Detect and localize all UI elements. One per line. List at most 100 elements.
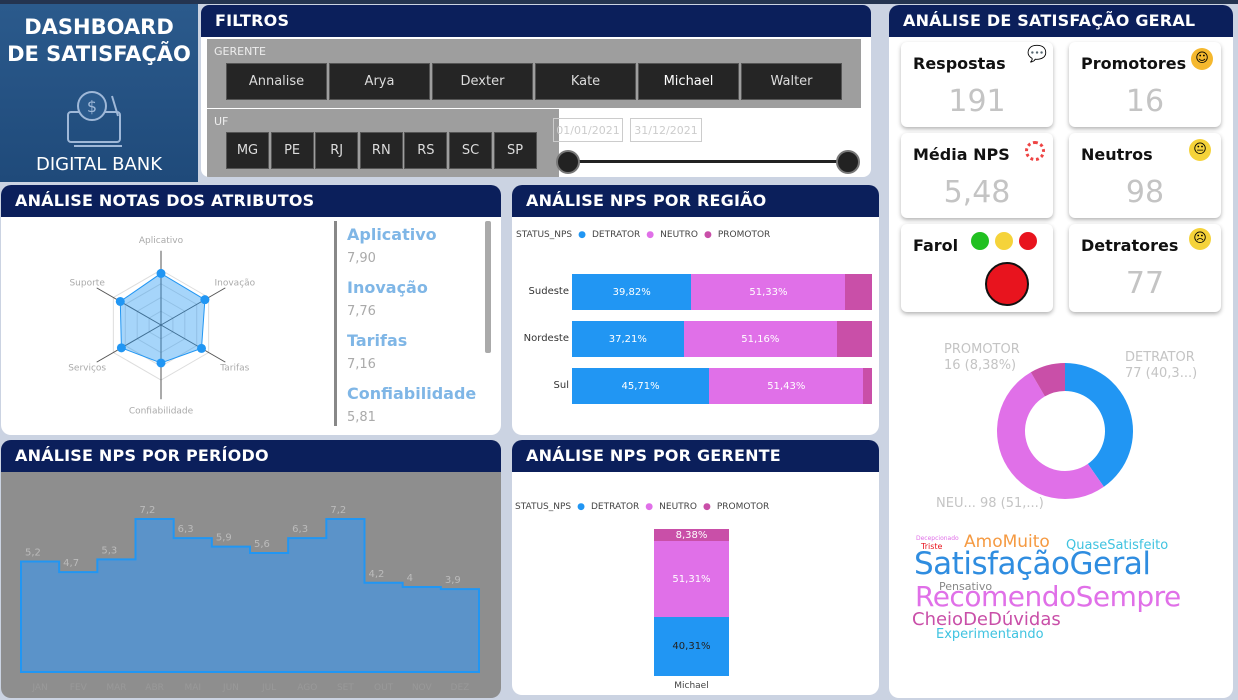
kpi-media-nps: Média NPS 5,48 (901, 133, 1053, 218)
regiao-category-label: Nordeste (523, 333, 569, 344)
periodo-data-label: 3,9 (445, 575, 461, 586)
gerente-button-arya[interactable]: Arya (329, 63, 430, 100)
red-light-icon (1019, 232, 1037, 250)
regiao-bar-neutro[interactable]: 51,16% (683, 321, 838, 357)
attr-name-confiabilidade: Confiabilidade (347, 384, 477, 403)
gauge-icon (1025, 141, 1045, 161)
uf-button-rj[interactable]: RJ (315, 132, 359, 169)
promotores-label: Promotores (1081, 54, 1187, 73)
radar-point[interactable] (156, 358, 166, 368)
uf-button-sp[interactable]: SP (493, 132, 537, 169)
attr-value-confiabilidade: 5,81 (347, 410, 376, 425)
kpi-detratores: Detratores ☹ 77 (1069, 224, 1221, 312)
gerente-title: ANÁLISE NPS POR GERENTE (512, 440, 879, 472)
uf-button-rs[interactable]: RS (404, 132, 448, 169)
donut-label-neutro: NEU... 98 (51,...) (936, 496, 1044, 511)
kpi-respostas: Respostas 💬 191 (901, 42, 1053, 127)
legend-detrator: DETRATOR (591, 502, 640, 512)
legend-neutro: NEUTRO (660, 230, 698, 240)
radar-axis-label: Tarifas (219, 364, 249, 374)
word-satisfacaogeral: SatisfaçãoGeral (914, 546, 1151, 582)
media-nps-label: Média NPS (913, 145, 1010, 164)
gerente-button-michael[interactable]: Michael (638, 63, 739, 100)
regiao-bar-detrator[interactable]: 45,71% (572, 368, 710, 404)
neutral-face-icon: 😐 (1189, 139, 1211, 161)
farol-status-indicator (985, 262, 1029, 306)
gerente-bar-neutro[interactable]: 51,31% (654, 541, 729, 617)
regiao-bar-promotor[interactable] (837, 321, 872, 357)
kpi-farol: Farol (901, 224, 1053, 312)
periodo-month-label: NOV (412, 683, 433, 693)
gerente-button-annalise[interactable]: Annalise (226, 63, 327, 100)
detratores-value: 77 (1125, 266, 1165, 301)
atributos-panel: ANÁLISE NOTAS DOS ATRIBUTOS Aplicativo In… (1, 185, 501, 435)
regiao-bar-detrator[interactable]: 39,82% (572, 274, 692, 310)
radar-point[interactable] (156, 268, 166, 278)
attr-name-aplicativo: Aplicativo (347, 225, 437, 244)
radar-point[interactable] (116, 343, 126, 353)
legend-dot-neutro: ● (645, 502, 654, 512)
attr-name-inovacao: Inovação (347, 278, 428, 297)
atributos-radar-chart: Aplicativo Inovação Tarifas Confiabilidade S… (68, 236, 255, 417)
date-slider-handle-start[interactable] (556, 150, 580, 174)
gerente-bar-promotor[interactable]: 8,38% (654, 529, 729, 542)
periodo-data-label: 6,3 (292, 524, 308, 535)
logo-panel: DASHBOARD DE SATISFAÇÃO $ DIGITAL BANK (0, 4, 198, 182)
word-experimentando: Experimentando (936, 627, 1044, 642)
legend-neutro: NEUTRO (659, 502, 697, 512)
date-end-input[interactable]: 31/12/2021 (630, 118, 702, 142)
gerente-legend: STATUS_NPS ● DETRATOR ● NEUTRO ● PROMOTOR (515, 502, 769, 512)
legend-dot-promotor: ● (703, 502, 711, 512)
donut-slice-detrator[interactable] (1065, 363, 1133, 487)
gerente-button-walter[interactable]: Walter (741, 63, 842, 100)
gerente-bar-detrator[interactable]: 40,31% (654, 616, 729, 676)
date-slider-handle-end[interactable] (836, 150, 860, 174)
radar-axis-label: Inovação (214, 278, 255, 288)
periodo-month-label: SET (337, 683, 354, 693)
gerente-button-kate[interactable]: Kate (535, 63, 636, 100)
periodo-panel: ANÁLISE NPS POR PERÍODO 5,2 JAN 4,7 FEV 5,3 M… (1, 440, 501, 698)
radar-point[interactable] (200, 295, 210, 305)
uf-button-rn[interactable]: RN (359, 132, 403, 169)
periodo-data-label: 4,7 (63, 558, 79, 569)
regiao-category-label: Sul (553, 380, 569, 391)
kpi-neutros: Neutros 😐 98 (1069, 133, 1221, 218)
date-start-input[interactable]: 01/01/2021 (553, 118, 623, 142)
periodo-data-label: 5,3 (101, 545, 117, 556)
periodo-data-label: 6,3 (178, 524, 194, 535)
donut-label-promotor: PROMOTOR 16 (8,38%) (944, 342, 1020, 373)
regiao-category-label: Sudeste (528, 286, 569, 297)
regiao-panel: ANÁLISE NPS POR REGIÃO STATUS_NPS ● DETRA… (512, 185, 879, 435)
radar-point[interactable] (115, 296, 125, 306)
uf-button-sc[interactable]: SC (449, 132, 492, 169)
green-light-icon (971, 232, 989, 250)
respostas-label: Respostas (913, 54, 1006, 73)
regiao-bar-neutro[interactable]: 51,43% (709, 368, 864, 404)
attr-name-tarifas: Tarifas (347, 331, 408, 350)
yellow-light-icon (995, 232, 1013, 250)
regiao-bar-promotor[interactable] (863, 368, 872, 404)
legend-promotor: PROMOTOR (716, 502, 770, 512)
periodo-data-label: 4 (407, 573, 413, 584)
nps-donut-chart (997, 363, 1133, 499)
periodo-data-label: 7,2 (330, 505, 346, 516)
sad-face-icon: ☹ (1189, 228, 1211, 250)
brand-name: DIGITAL BANK (35, 154, 163, 175)
dashboard-title: DASHBOARD DE SATISFAÇÃO (7, 15, 191, 66)
radar-point[interactable] (196, 343, 206, 353)
gerente-button-dexter[interactable]: Dexter (432, 63, 533, 100)
atributos-title: ANÁLISE NOTAS DOS ATRIBUTOS (1, 185, 501, 217)
promotores-value: 16 (1125, 84, 1165, 119)
filters-panel: FILTROS GERENTE Annalise Arya Dexter Kate Mi… (201, 5, 871, 177)
regiao-bar-neutro[interactable]: 51,33% (691, 274, 846, 310)
periodo-data-label: 5,6 (254, 539, 270, 550)
uf-button-pe[interactable]: PE (270, 132, 314, 169)
regiao-bar-promotor[interactable] (845, 274, 872, 310)
respostas-value: 191 (948, 84, 1006, 119)
uf-button-mg[interactable]: MG (226, 132, 269, 169)
radar-axis-label: Aplicativo (139, 236, 184, 246)
periodo-month-label: MAI (184, 683, 201, 693)
attr-list-scrollbar[interactable] (485, 221, 491, 353)
regiao-bar-detrator[interactable]: 37,21% (572, 321, 684, 357)
legend-dot-detrator: ● (578, 230, 586, 240)
